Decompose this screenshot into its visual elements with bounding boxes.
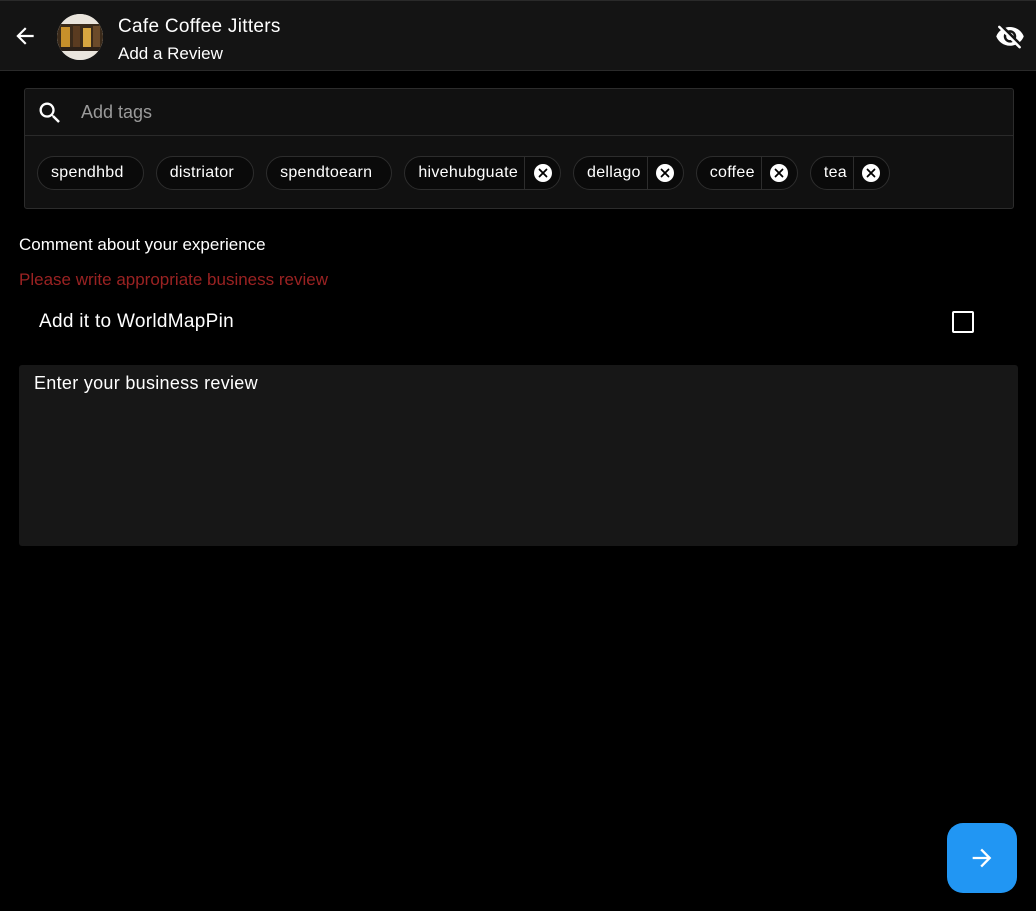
tag-chip[interactable]: hivehubguate <box>404 156 562 190</box>
tag-remove-button[interactable] <box>852 157 889 189</box>
tag-chip-label: hivehubguate <box>418 164 519 181</box>
tag-chip-label: distriator <box>169 164 235 181</box>
cancel-icon <box>862 164 881 182</box>
search-icon <box>39 102 60 123</box>
tag-remove-button[interactable] <box>646 157 683 189</box>
tag-chip-label: spendtoearn <box>280 164 373 181</box>
review-textarea[interactable] <box>19 365 1018 546</box>
tag-chip[interactable]: spendtoearn <box>266 156 393 190</box>
tag-chip[interactable]: spendhbd <box>37 156 144 190</box>
tag-remove-button[interactable] <box>760 157 797 189</box>
app-bar: Cafe Coffee Jitters Add a Review <box>0 0 1036 71</box>
worldmappin-label: Add it to WorldMapPin <box>39 311 234 332</box>
review-warning: Please write appropriate business review <box>19 270 328 289</box>
visibility-toggle-button[interactable] <box>992 19 1028 55</box>
tag-chip[interactable]: distriator <box>155 156 255 190</box>
tag-remove-button[interactable] <box>524 157 560 189</box>
tag-chip-label: coffee <box>709 164 755 181</box>
arrow-left-icon <box>16 27 34 45</box>
tag-chip-label: tea <box>823 164 847 181</box>
arrow-right-icon <box>972 848 992 868</box>
tags-input[interactable] <box>79 97 979 127</box>
tag-chip-label: dellago <box>587 164 641 181</box>
cancel-icon <box>656 164 675 182</box>
tag-chip-label: spendhbd <box>51 164 124 181</box>
tag-chip[interactable]: coffee <box>695 156 798 190</box>
cancel-icon <box>770 164 789 182</box>
visibility-off-icon <box>996 25 1024 49</box>
tag-chips: spendhbd distriator spendtoearn hivehubg… <box>37 156 890 190</box>
business-avatar <box>57 14 103 60</box>
page-subtitle: Add a Review <box>118 44 223 63</box>
cancel-icon <box>533 164 552 182</box>
worldmappin-checkbox[interactable] <box>952 311 974 333</box>
tag-chip[interactable]: dellago <box>573 156 684 190</box>
comment-label: Comment about your experience <box>19 235 266 254</box>
tags-search-row <box>25 89 1013 136</box>
tag-chip[interactable]: tea <box>809 156 890 190</box>
submit-button[interactable] <box>947 823 1017 893</box>
page-title: Cafe Coffee Jitters <box>118 16 281 37</box>
back-button[interactable] <box>8 19 42 53</box>
tags-card: spendhbd distriator spendtoearn hivehubg… <box>24 88 1014 209</box>
